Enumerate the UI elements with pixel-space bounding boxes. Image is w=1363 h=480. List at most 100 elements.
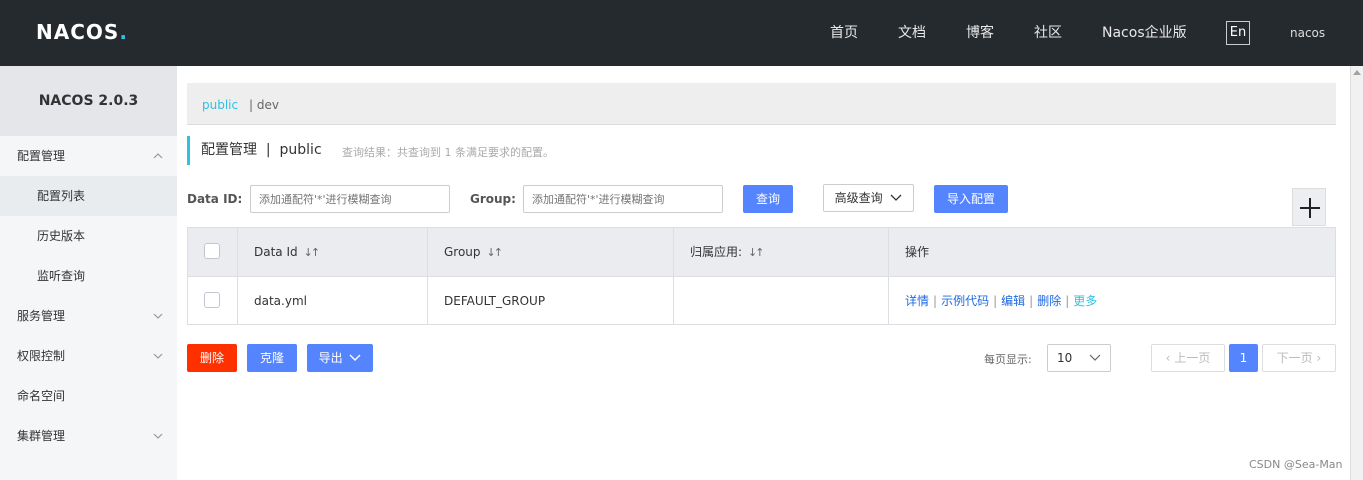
next-page-label: 下一页 <box>1276 351 1313 365</box>
header-label: 操作 <box>905 245 930 259</box>
chevron-down-icon <box>151 336 167 376</box>
page-size-select[interactable]: 10 <box>1047 344 1111 372</box>
header-select-cell <box>188 228 238 276</box>
chevron-down-icon <box>890 194 902 201</box>
sort-icon[interactable]: ↓↑ <box>304 229 321 277</box>
page-header: 配置管理 | public 查询结果：共查询到 1 条满足要求的配置。 <box>187 136 554 165</box>
watermark: CSDN @Sea-Man <box>1249 458 1343 471</box>
separator: | <box>933 294 938 308</box>
page-size-label: 每页显示: <box>984 353 1032 366</box>
sidebar-item-history[interactable]: 历史版本 <box>0 216 177 256</box>
page-title: 配置管理 | public <box>201 142 322 158</box>
next-page-button[interactable]: 下一页 › <box>1262 344 1336 372</box>
chevron-left-icon: ‹ <box>1165 351 1171 365</box>
advanced-query-button[interactable]: 高级查询 <box>823 184 914 212</box>
chevron-right-icon: › <box>1316 351 1322 365</box>
nav-home[interactable]: 首页 <box>830 0 858 66</box>
separator: | <box>1029 294 1034 308</box>
select-all-checkbox[interactable] <box>204 243 220 259</box>
advanced-query-label: 高级查询 <box>834 191 883 205</box>
header-operations: 操作 <box>889 228 1335 276</box>
namespace-public-link[interactable]: public <box>202 98 238 112</box>
header-group[interactable]: Group ↓↑ <box>428 228 674 276</box>
sort-icon[interactable]: ↓↑ <box>748 229 765 277</box>
nav-docs[interactable]: 文档 <box>898 0 926 66</box>
sidebar-item-service-management[interactable]: 服务管理 <box>0 296 177 336</box>
cell-data-id: data.yml <box>238 277 428 324</box>
sidebar-item-label: 配置管理 <box>17 149 66 163</box>
nav-enterprise[interactable]: Nacos企业版 <box>1102 0 1187 66</box>
action-edit-link[interactable]: 编辑 <box>1001 294 1025 308</box>
sidebar-item-access-control[interactable]: 权限控制 <box>0 336 177 376</box>
action-delete-link[interactable]: 删除 <box>1037 294 1061 308</box>
config-table: Data Id ↓↑ Group ↓↑ 归属应用: ↓↑ 操作 data.yml DE… <box>187 227 1336 325</box>
nav-blog[interactable]: 博客 <box>966 0 994 66</box>
sidebar: NACOS 2.0.3 配置管理 配置列表 历史版本 监听查询 服务管理 权限控… <box>0 66 177 480</box>
namespace-bar: public | dev <box>187 83 1336 125</box>
namespace-dev-link[interactable]: | dev <box>249 98 279 112</box>
sidebar-item-label: 配置列表 <box>37 189 86 203</box>
action-detail-link[interactable]: 详情 <box>905 294 929 308</box>
bulk-delete-button[interactable]: 删除 <box>187 344 237 372</box>
sort-icon[interactable]: ↓↑ <box>487 229 504 277</box>
group-input[interactable] <box>523 185 723 213</box>
action-sample-code-link[interactable]: 示例代码 <box>941 294 989 308</box>
header-data-id[interactable]: Data Id ↓↑ <box>238 228 428 276</box>
sidebar-item-config-management[interactable]: 配置管理 <box>0 136 177 176</box>
data-id-input[interactable] <box>250 185 450 213</box>
language-switch-button[interactable]: En <box>1226 21 1250 45</box>
prev-page-label: 上一页 <box>1174 351 1211 365</box>
nav-community[interactable]: 社区 <box>1034 0 1062 66</box>
cell-group: DEFAULT_GROUP <box>428 277 674 324</box>
separator: | <box>993 294 998 308</box>
sidebar-item-namespace[interactable]: 命名空间 <box>0 376 177 416</box>
header-label: Data Id <box>254 245 298 259</box>
query-button[interactable]: 查询 <box>743 185 793 213</box>
sidebar-title: NACOS 2.0.3 <box>0 66 177 136</box>
header-app[interactable]: 归属应用: ↓↑ <box>674 228 889 276</box>
data-id-label: Data ID: <box>187 192 243 206</box>
nacos-logo[interactable]: NACOS. <box>36 20 128 44</box>
top-navbar: NACOS. 首页 文档 博客 社区 Nacos企业版 En nacos <box>0 0 1363 66</box>
sidebar-item-label: 命名空间 <box>17 389 66 403</box>
sidebar-item-cluster-management[interactable]: 集群管理 <box>0 416 177 456</box>
table-header-row: Data Id ↓↑ Group ↓↑ 归属应用: ↓↑ 操作 <box>188 228 1335 276</box>
cell-actions: 详情 | 示例代码 | 编辑 | 删除 | 更多 <box>889 277 1335 324</box>
sidebar-item-label: 集群管理 <box>17 429 66 443</box>
sidebar-item-config-list[interactable]: 配置列表 <box>0 176 177 216</box>
chevron-down-icon <box>151 296 167 336</box>
export-label: 导出 <box>318 351 343 365</box>
page-number-current[interactable]: 1 <box>1229 344 1258 372</box>
bulk-export-button[interactable]: 导出 <box>307 344 373 372</box>
sidebar-item-label: 服务管理 <box>17 309 66 323</box>
chevron-down-icon <box>349 354 361 361</box>
prev-page-button[interactable]: ‹ 上一页 <box>1151 344 1225 372</box>
action-more-link[interactable]: 更多 <box>1073 294 1097 308</box>
chevron-up-icon <box>151 136 167 176</box>
user-menu[interactable]: nacos <box>1290 0 1325 66</box>
sidebar-item-listener-query[interactable]: 监听查询 <box>0 256 177 296</box>
vertical-scrollbar[interactable] <box>1350 66 1363 480</box>
row-checkbox[interactable] <box>204 292 220 308</box>
row-select-cell <box>188 277 238 324</box>
cell-app <box>674 277 889 324</box>
logo-dot: . <box>119 20 128 44</box>
table-row: data.yml DEFAULT_GROUP 详情 | 示例代码 | 编辑 | 删除 | 更多 <box>188 276 1335 324</box>
separator: | <box>1065 294 1070 308</box>
header-label: 归属应用: <box>690 245 743 259</box>
chevron-down-icon <box>1089 354 1101 361</box>
sidebar-item-label: 历史版本 <box>37 229 86 243</box>
header-label: Group <box>444 245 481 259</box>
scroll-up-arrow-icon[interactable] <box>1353 70 1361 75</box>
chevron-down-icon <box>151 416 167 456</box>
page-size-value: 10 <box>1057 351 1073 365</box>
sidebar-item-label: 权限控制 <box>17 349 66 363</box>
logo-text: NACOS <box>36 20 120 44</box>
query-result-text: 查询结果：共查询到 1 条满足要求的配置。 <box>342 146 554 159</box>
group-label: Group: <box>470 192 516 206</box>
bulk-clone-button[interactable]: 克隆 <box>247 344 297 372</box>
plus-icon <box>1300 198 1320 218</box>
import-config-button[interactable]: 导入配置 <box>934 185 1008 213</box>
sidebar-item-label: 监听查询 <box>37 269 86 283</box>
add-config-button[interactable] <box>1292 188 1326 226</box>
